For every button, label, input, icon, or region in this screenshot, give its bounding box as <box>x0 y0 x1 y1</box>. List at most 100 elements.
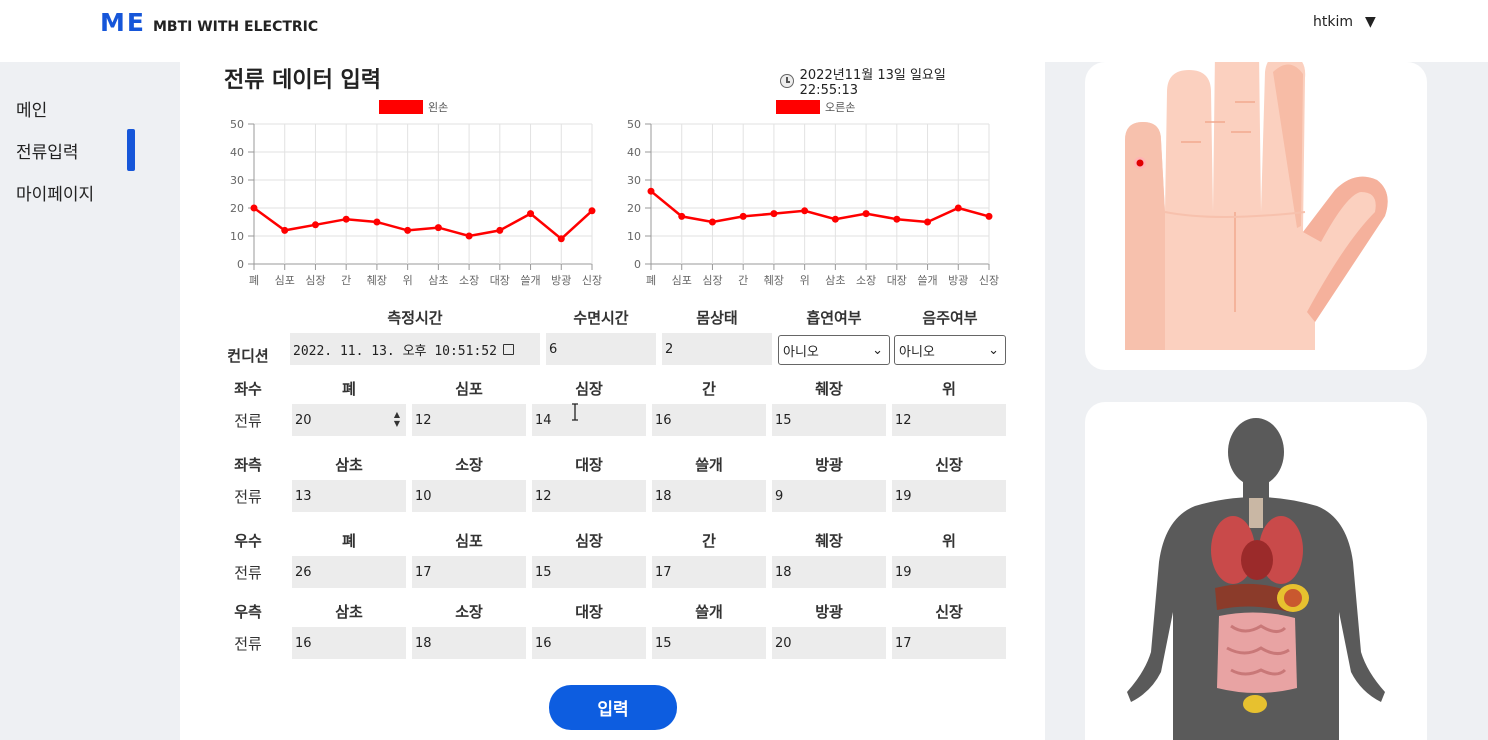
organ-header: 소장 <box>455 603 483 621</box>
series-line <box>253 206 593 241</box>
y-tick-label: 10 <box>230 230 244 243</box>
x-tick-label: 심포 <box>672 274 692 287</box>
current-input-2-3[interactable]: 17 <box>652 556 766 588</box>
x-tick-label: 쓸개 <box>520 274 540 287</box>
data-point <box>862 210 870 218</box>
condition-row-label: 컨디션 <box>227 347 269 365</box>
current-input-2-2[interactable]: 15 <box>532 556 646 588</box>
current-input-0-2[interactable]: 14 <box>532 404 646 436</box>
drinking-select[interactable]: 아니오 ⌄ <box>894 335 1006 365</box>
data-point <box>281 226 289 234</box>
y-tick-label: 40 <box>230 146 244 159</box>
sidebar-item-current-input[interactable]: 전류입력 <box>16 138 79 163</box>
data-point <box>404 226 412 234</box>
x-tick-label: 간 <box>341 274 351 287</box>
organ-header: 쓸개 <box>695 603 723 621</box>
y-tick-label: 50 <box>627 118 641 131</box>
header-body-state: 몸상태 <box>696 309 738 327</box>
user-name[interactable]: htkim <box>1313 14 1353 30</box>
data-point <box>739 212 747 220</box>
y-tick-label: 40 <box>627 146 641 159</box>
data-point <box>647 187 655 195</box>
current-input-2-5[interactable]: 19 <box>892 556 1006 588</box>
x-tick-label: 신장 <box>979 274 999 287</box>
organ-header: 폐 <box>342 532 356 550</box>
measure-time-input[interactable]: 2022. 11. 13. 오후 10:51:52 <box>290 333 540 365</box>
current-input-3-5[interactable]: 17 <box>892 627 1006 659</box>
legend-swatch <box>379 100 423 114</box>
spinner-icon[interactable]: ▲ ▼ <box>394 410 400 428</box>
section-side-label: 우측 <box>234 603 262 621</box>
current-input-1-5[interactable]: 19 <box>892 480 1006 512</box>
current-input-1-4[interactable]: 9 <box>772 480 886 512</box>
current-input-2-1[interactable]: 17 <box>412 556 526 588</box>
organ-header: 방광 <box>815 603 843 621</box>
current-input-1-2[interactable]: 12 <box>532 480 646 512</box>
current-input-0-1[interactable]: 12 <box>412 404 526 436</box>
current-input-3-2[interactable]: 16 <box>532 627 646 659</box>
data-point <box>770 210 778 218</box>
submit-button[interactable]: 입력 <box>549 685 677 730</box>
data-point <box>342 215 350 223</box>
x-tick-label: 방광 <box>551 274 571 287</box>
logo-text[interactable]: MBTI WITH ELECTRIC <box>153 19 318 35</box>
organ-header: 방광 <box>815 456 843 474</box>
current-input-3-0[interactable]: 16 <box>292 627 406 659</box>
sidebar-item-main[interactable]: 메인 <box>16 96 47 121</box>
y-tick-label: 30 <box>230 174 244 187</box>
active-nav-indicator <box>127 129 135 171</box>
smoking-select[interactable]: 아니오 ⌄ <box>778 335 890 365</box>
organ-header: 심장 <box>575 380 603 398</box>
organ-header: 심장 <box>575 532 603 550</box>
data-point <box>708 218 716 226</box>
section-side-label: 우수 <box>234 532 262 550</box>
section-side-label: 좌수 <box>234 380 262 398</box>
current-row-label: 전류 <box>234 412 262 430</box>
calendar-icon[interactable] <box>502 343 514 355</box>
current-input-0-0[interactable]: 20 ▲ ▼ <box>292 404 406 436</box>
x-tick-label: 폐 <box>646 274 656 287</box>
main-panel: 전류 데이터 입력 2022년11월 13일 일요일 22:55:13 왼손 0 1… <box>180 62 1045 740</box>
data-point <box>465 232 473 240</box>
measure-time-value: 2022. 11. 13. 오후 10:51:52 <box>293 343 497 359</box>
body-state-input[interactable]: 2 <box>662 333 772 365</box>
x-tick-label: 소장 <box>856 274 876 287</box>
sleep-time-input[interactable]: 6 <box>546 333 656 365</box>
organ-header: 신장 <box>935 456 963 474</box>
logo-mark[interactable]: ME <box>100 8 146 37</box>
current-value: 20 <box>295 412 312 428</box>
current-input-0-3[interactable]: 16 <box>652 404 766 436</box>
current-input-1-1[interactable]: 10 <box>412 480 526 512</box>
data-point <box>893 215 901 223</box>
chevron-down-icon: ⌄ <box>988 342 999 358</box>
current-input-2-0[interactable]: 26 <box>292 556 406 588</box>
x-tick-label: 소장 <box>459 274 479 287</box>
current-input-3-3[interactable]: 15 <box>652 627 766 659</box>
organ-header: 삼초 <box>335 603 363 621</box>
datetime-text: 2022년11월 13일 일요일 22:55:13 <box>799 68 946 98</box>
sidebar-item-my-page[interactable]: 마이페이지 <box>16 180 94 205</box>
legend-label: 오른손 <box>825 101 855 114</box>
current-input-3-4[interactable]: 20 <box>772 627 886 659</box>
user-menu-caret-icon[interactable]: ▼ <box>1365 14 1376 30</box>
y-tick-label: 30 <box>627 174 641 187</box>
left-hand-chart-svg: 왼손 0 10 20 30 40 50 폐 심포 심장 간 췌장 위 삼초 소장 대장 쓸개 방광 신장 <box>230 100 602 287</box>
current-input-3-1[interactable]: 18 <box>412 627 526 659</box>
organ-header: 위 <box>942 380 956 398</box>
organ-header: 대장 <box>575 603 603 621</box>
data-point <box>678 212 686 220</box>
x-tick-label: 심장 <box>305 274 325 287</box>
x-tick-label: 대장 <box>490 274 510 287</box>
x-tick-label: 심포 <box>275 274 295 287</box>
data-point <box>801 207 809 215</box>
organ-header: 대장 <box>575 456 603 474</box>
data-point <box>954 204 962 212</box>
current-input-0-4[interactable]: 15 <box>772 404 886 436</box>
current-input-1-3[interactable]: 18 <box>652 480 766 512</box>
y-tick-label: 20 <box>230 202 244 215</box>
current-input-1-0[interactable]: 13 <box>292 480 406 512</box>
smoking-select-value: 아니오 <box>783 344 819 360</box>
current-input-0-5[interactable]: 12 <box>892 404 1006 436</box>
current-input-2-4[interactable]: 18 <box>772 556 886 588</box>
section-side-label: 좌측 <box>234 456 262 474</box>
